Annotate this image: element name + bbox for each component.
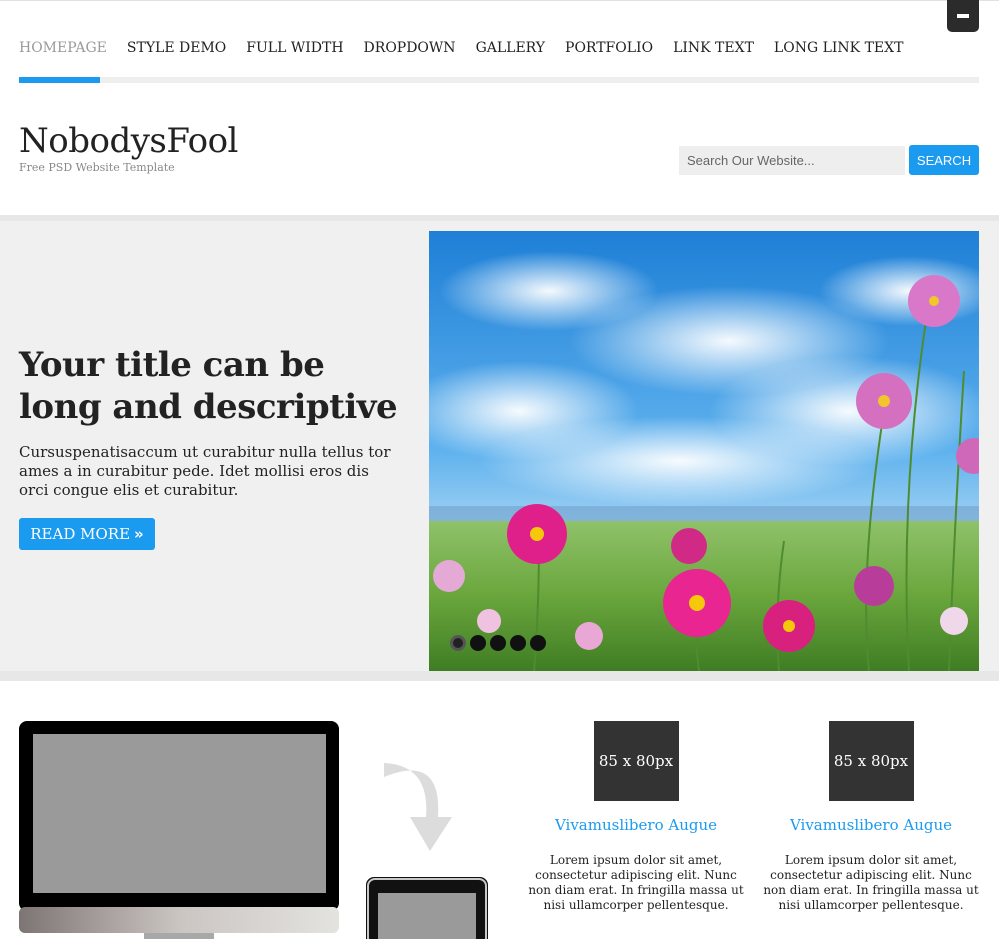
feature-thumbnail: 85 x 80px — [828, 721, 914, 801]
nav-item-homepage[interactable]: HOMEPAGE — [19, 40, 107, 62]
feature-description: Lorem ipsum dolor sit amet, consectetur … — [528, 853, 744, 912]
search-input[interactable] — [679, 146, 905, 175]
nav-item-long-link-text[interactable]: LONG LINK TEXT — [774, 40, 904, 62]
nav-underline — [19, 77, 979, 83]
feature-description: Lorem ipsum dolor sit amet, consectetur … — [763, 853, 979, 912]
curved-arrow-icon — [380, 757, 452, 853]
search-button[interactable]: SEARCH — [909, 145, 979, 175]
feature-title-link[interactable]: Vivamuslibero Augue — [763, 816, 979, 834]
slider-dot[interactable] — [450, 635, 466, 651]
nav-item-link-text[interactable]: LINK TEXT — [673, 40, 754, 62]
slider-pagination — [450, 635, 550, 651]
nav-item-gallery[interactable]: GALLERY — [476, 40, 545, 62]
desktop-monitor-image — [19, 721, 339, 939]
slider-dot[interactable] — [510, 635, 526, 651]
hero-title: Your title can be long and descriptive — [19, 345, 398, 427]
flower-meadow-image[interactable] — [429, 231, 979, 671]
minus-icon — [957, 14, 969, 18]
feature-thumbnail: 85 x 80px — [593, 721, 679, 801]
menu-toggle-button[interactable] — [947, 0, 979, 32]
hero-text: Cursuspenatisaccum ut curabitur nulla te… — [19, 443, 391, 499]
nav-item-portfolio[interactable]: PORTFOLIO — [565, 40, 653, 62]
site-logo[interactable]: NobodysFool — [19, 121, 238, 161]
nav-item-style-demo[interactable]: STYLE DEMO — [127, 40, 226, 62]
feature-card: 85 x 80px Vivamuslibero Augue Lorem ipsu… — [763, 721, 979, 913]
feature-title-link[interactable]: Vivamuslibero Augue — [528, 816, 744, 834]
read-more-button[interactable]: READ MORE » — [19, 518, 155, 550]
double-chevron-right-icon: » — [134, 525, 144, 543]
top-border — [0, 0, 999, 1]
tablet-device-image — [366, 877, 488, 939]
slider-dot[interactable] — [490, 635, 506, 651]
nav-item-full-width[interactable]: FULL WIDTH — [246, 40, 343, 62]
site-tagline: Free PSD Website Template — [19, 161, 175, 174]
nav-item-dropdown[interactable]: DROPDOWN — [364, 40, 456, 62]
feature-card: 85 x 80px Vivamuslibero Augue Lorem ipsu… — [528, 721, 744, 913]
read-more-label: READ MORE — [30, 525, 131, 543]
slider-dot[interactable] — [530, 635, 546, 651]
slider-dot[interactable] — [470, 635, 486, 651]
main-nav: HOMEPAGE STYLE DEMO FULL WIDTH DROPDOWN … — [19, 40, 923, 62]
nav-active-indicator — [19, 77, 100, 83]
